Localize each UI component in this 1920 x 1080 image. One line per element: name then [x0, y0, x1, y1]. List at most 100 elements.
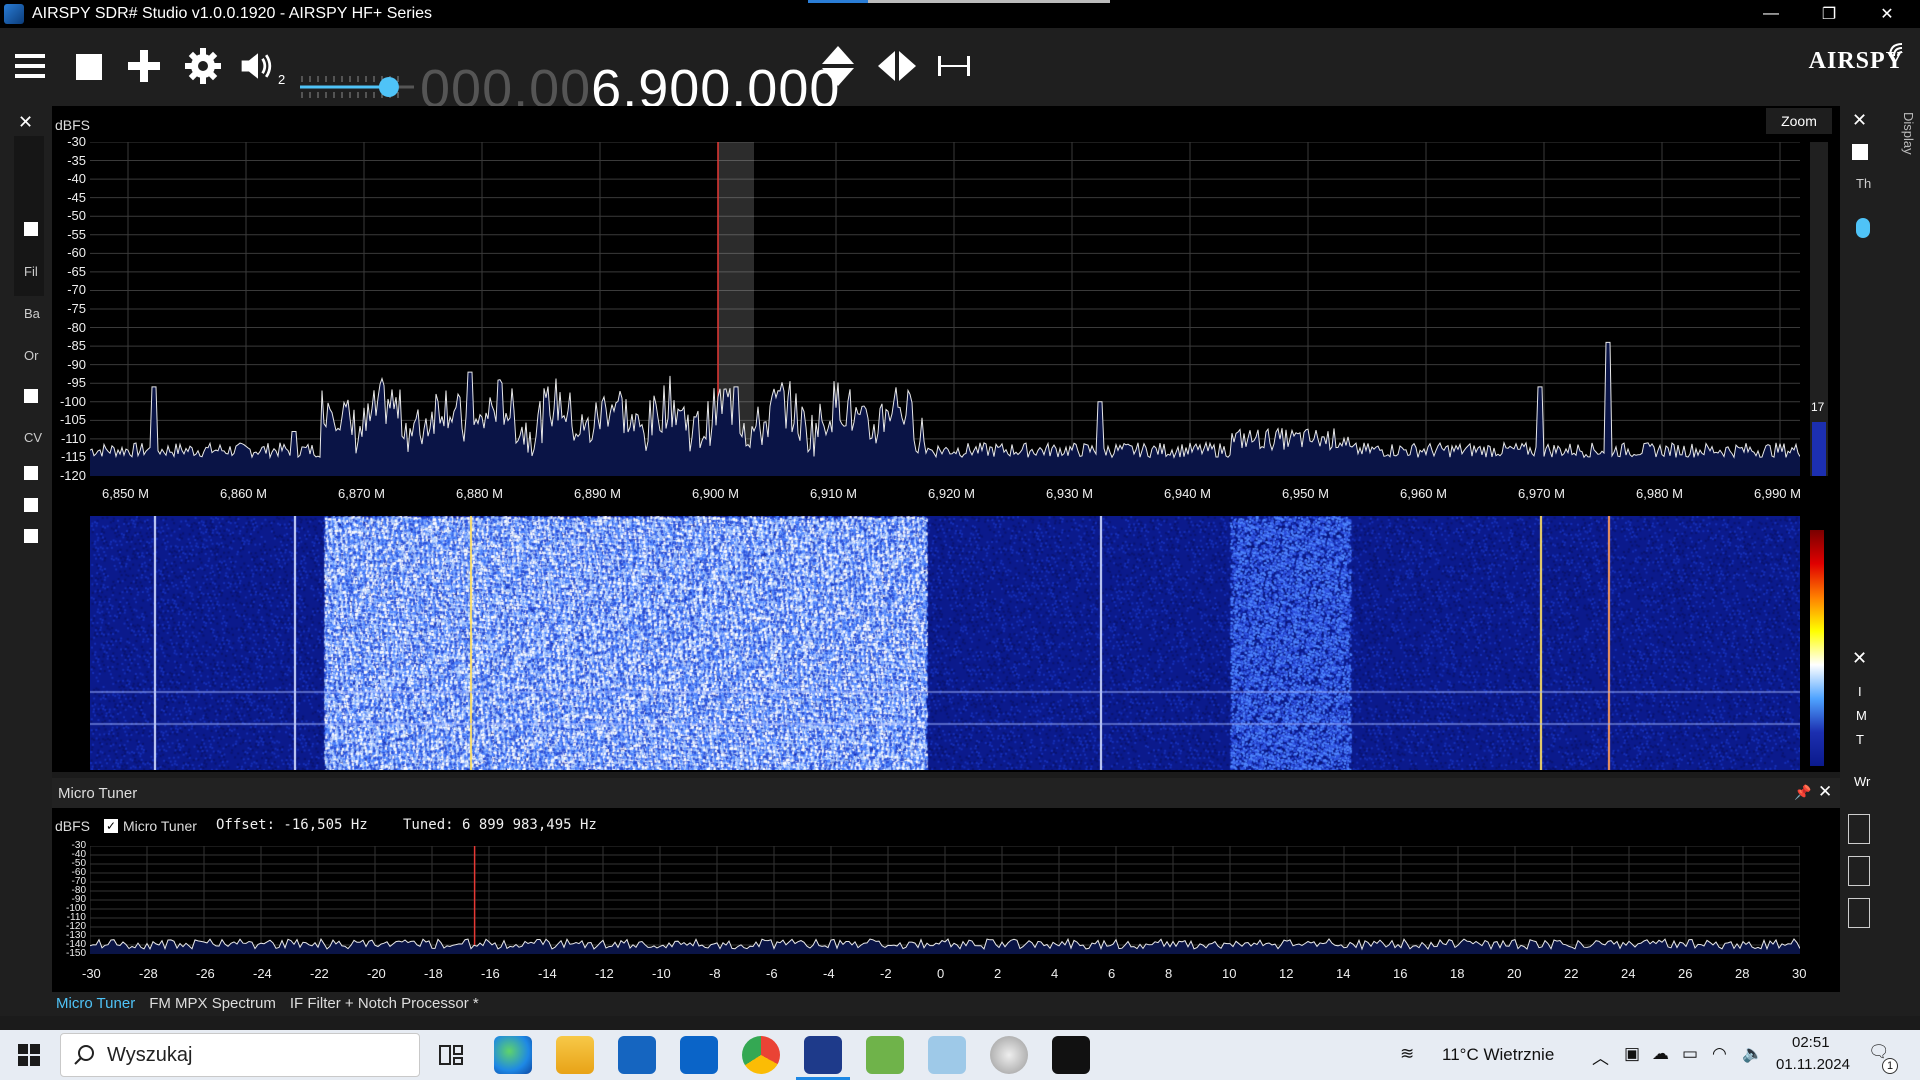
- terminal-icon[interactable]: [1052, 1036, 1090, 1074]
- clock-time[interactable]: 02:51: [1792, 1034, 1830, 1051]
- micro-tuner-plot[interactable]: [90, 846, 1800, 954]
- speaker-icon[interactable]: 2: [238, 46, 285, 87]
- task-view-icon[interactable]: [432, 1036, 470, 1074]
- tab-micro-tuner[interactable]: Micro Tuner: [56, 995, 135, 1014]
- spectrum-plot[interactable]: [90, 142, 1800, 476]
- stop-icon[interactable]: [68, 46, 108, 86]
- y-tick-label: -75: [67, 301, 86, 316]
- left-checkbox-3[interactable]: [24, 466, 38, 480]
- right-panel-close-icon[interactable]: ✕: [1852, 110, 1867, 131]
- left-checkbox-4[interactable]: [24, 498, 38, 512]
- x-tick-label: -22: [310, 966, 329, 981]
- y-tick-label: -85: [67, 338, 86, 354]
- file-explorer-icon[interactable]: [556, 1036, 594, 1074]
- x-tick-label: -12: [595, 966, 614, 981]
- micro-tuner-close-icon[interactable]: ✕: [1818, 782, 1832, 802]
- search-placeholder: Wyszukaj: [107, 1043, 193, 1066]
- right-checkbox[interactable]: [1852, 144, 1868, 160]
- battery-icon[interactable]: ▭: [1682, 1044, 1698, 1064]
- step-left-right-icon[interactable]: [876, 46, 916, 86]
- left-checkbox-5[interactable]: [24, 529, 38, 543]
- x-tick-label: 28: [1735, 966, 1750, 981]
- display-tab[interactable]: Display: [1900, 110, 1918, 170]
- waterfall-display[interactable]: [90, 516, 1800, 770]
- right-slider-thumb[interactable]: [1856, 218, 1870, 238]
- x-tick-label: 16: [1393, 966, 1408, 981]
- x-tick-label: 6,940 M: [1164, 486, 1211, 501]
- offset-readout: Offset: -16,505 Hz: [216, 817, 368, 833]
- x-tick-label: 6,910 M: [810, 486, 857, 501]
- right-panel2-close-icon[interactable]: ✕: [1852, 648, 1867, 669]
- y-tick-label: -95: [67, 375, 86, 391]
- x-tick-label: -28: [139, 966, 158, 981]
- micro-tuner-checkbox-label: Micro Tuner: [123, 818, 197, 834]
- taskbar: Wyszukaj ≋ 11°C Wietrznie ︿ ▣ ☁ ▭ ◠ 🔈 02…: [0, 1030, 1920, 1080]
- micro-tuner-checkbox[interactable]: ✓: [104, 819, 118, 833]
- window-title: AIRSPY SDR# Studio v1.0.0.1920 - AIRSPY …: [32, 5, 433, 22]
- left-label-filter: Fil: [24, 264, 38, 279]
- x-tick-label: 6,980 M: [1636, 486, 1683, 501]
- tab-fm-mpx-spectrum[interactable]: FM MPX Spectrum: [149, 995, 276, 1014]
- left-panel-close-icon[interactable]: ✕: [18, 112, 33, 133]
- app-icon: [4, 4, 24, 24]
- left-label-cw: CV: [24, 430, 43, 445]
- volume-slider[interactable]: [298, 72, 416, 102]
- left-checkbox-2[interactable]: [24, 389, 38, 403]
- wifi-icon[interactable]: ◠: [1712, 1044, 1727, 1064]
- app-icon-notes[interactable]: [928, 1036, 966, 1074]
- weather-text[interactable]: 11°C Wietrznie: [1442, 1045, 1554, 1065]
- x-tick-label: 18: [1450, 966, 1465, 981]
- menu-icon[interactable]: [10, 46, 50, 86]
- x-tick-label: 6,890 M: [574, 486, 621, 501]
- x-tick-label: 6,880 M: [456, 486, 503, 501]
- close-button[interactable]: ✕: [1858, 0, 1916, 28]
- left-panel: ✕ Fil Ba Or CV: [0, 106, 52, 1010]
- audio-badge: 2: [278, 72, 286, 87]
- edge-icon[interactable]: [494, 1036, 532, 1074]
- tuned-readout: Tuned: 6 899 983,495 Hz: [403, 817, 597, 833]
- toolbar: 2 000.006.900.000 AIRSPY: [0, 28, 1920, 119]
- pin-icon[interactable]: 📌: [1794, 784, 1811, 801]
- x-tick-label: 10: [1222, 966, 1237, 981]
- x-tick-label: 6,970 M: [1518, 486, 1565, 501]
- app-icon-disc[interactable]: [990, 1036, 1028, 1074]
- left-checkbox-1[interactable]: [24, 222, 38, 236]
- span-icon[interactable]: [934, 46, 974, 86]
- right-box-3[interactable]: [1848, 898, 1870, 928]
- restore-button[interactable]: ❐: [1800, 0, 1858, 28]
- chrome-icon[interactable]: [742, 1036, 780, 1074]
- sdrsharp-icon[interactable]: [804, 1036, 842, 1074]
- minimize-button[interactable]: —: [1742, 0, 1800, 28]
- weather-icon[interactable]: ≋: [1400, 1044, 1414, 1064]
- right-box-2[interactable]: [1848, 856, 1870, 886]
- volume-tray-icon[interactable]: 🔈: [1742, 1044, 1763, 1064]
- app-icon-paint[interactable]: [866, 1036, 904, 1074]
- left-label-order: Or: [24, 348, 39, 363]
- title-bar: AIRSPY SDR# Studio v1.0.0.1920 - AIRSPY …: [0, 0, 1920, 28]
- windows-start-icon[interactable]: [18, 1044, 40, 1071]
- tab-if-filter[interactable]: IF Filter + Notch Processor *: [290, 995, 479, 1014]
- gear-icon[interactable]: [183, 46, 223, 86]
- outlook-icon[interactable]: [680, 1036, 718, 1074]
- bottom-tabs: Micro Tuner FM MPX Spectrum IF Filter + …: [52, 992, 479, 1014]
- tune-up-down-icon[interactable]: [818, 46, 858, 86]
- x-tick-label: 6: [1108, 966, 1116, 981]
- y-tick-label: -70: [67, 282, 86, 298]
- y-tick-label: -50: [67, 208, 86, 224]
- x-tick-label: 26: [1678, 966, 1693, 981]
- y-tick-label: -60: [67, 245, 86, 261]
- volume-thumb: [378, 77, 399, 97]
- clock-date[interactable]: 01.11.2024: [1776, 1056, 1850, 1073]
- zoom-button[interactable]: Zoom: [1766, 108, 1832, 134]
- tray-icon-cloud[interactable]: ☁: [1652, 1044, 1669, 1064]
- x-tick-label: 20: [1507, 966, 1522, 981]
- right-box-1[interactable]: [1848, 814, 1870, 844]
- x-tick-label: 4: [1051, 966, 1059, 981]
- add-icon[interactable]: [124, 46, 164, 86]
- tray-icon-camera[interactable]: ▣: [1624, 1044, 1640, 1064]
- x-tick-label: -4: [823, 966, 835, 981]
- store-icon[interactable]: [618, 1036, 656, 1074]
- tray-chevron-icon[interactable]: ︿: [1592, 1044, 1609, 1069]
- y-tick-label: -65: [67, 263, 86, 279]
- taskbar-search[interactable]: Wyszukaj: [60, 1033, 420, 1077]
